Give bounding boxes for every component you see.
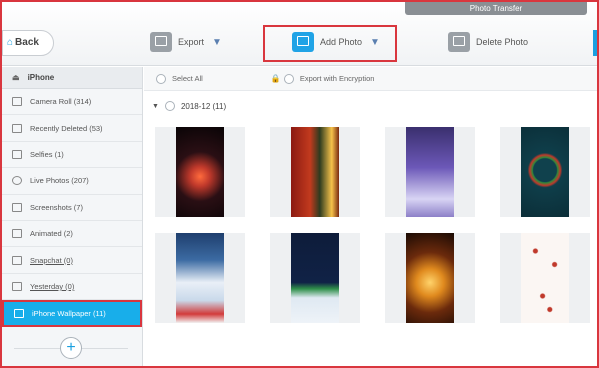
merry-christmas-wreath-image bbox=[521, 127, 569, 217]
toolbar-edge-button[interactable] bbox=[593, 30, 597, 56]
sidebar-item-iphone-wallpaper[interactable]: iPhone Wallpaper (11) bbox=[2, 300, 142, 327]
animated-icon bbox=[12, 229, 22, 239]
delete-photo-button[interactable]: Delete Photo bbox=[448, 30, 528, 54]
live-icon bbox=[12, 176, 22, 186]
snowman-village-image bbox=[176, 233, 224, 323]
eject-icon[interactable]: ⏏ bbox=[12, 73, 20, 82]
christmas-red-hearts-image bbox=[521, 233, 569, 323]
selection-bar: Select All 🔒 Export with Encryption bbox=[144, 67, 597, 91]
trash-icon bbox=[12, 123, 22, 133]
sidebar-item-label: iPhone Wallpaper (11) bbox=[32, 308, 106, 318]
window-title: Photo Transfer bbox=[405, 2, 587, 15]
photo-content: Select All 🔒 Export with Encryption ▼ 20… bbox=[144, 67, 597, 366]
sidebar-item-label: Yesterday (0) bbox=[30, 281, 75, 291]
add-photo-highlight bbox=[263, 25, 397, 62]
sidebar-item-label: Animated (2) bbox=[30, 229, 73, 239]
export-button[interactable]: Export ▼ bbox=[150, 30, 222, 54]
back-button[interactable]: ⌂ Back bbox=[2, 30, 54, 56]
album-icon bbox=[12, 281, 22, 291]
snowy-purple-trees-image bbox=[406, 127, 454, 217]
group-label: 2018-12 (11) bbox=[180, 101, 227, 111]
export-encryption-label[interactable]: Export with Encryption bbox=[300, 74, 375, 83]
sidebar-item-label: Screenshots (7) bbox=[30, 202, 83, 212]
sidebar-item-label: Camera Roll (314) bbox=[30, 97, 92, 107]
home-icon: ⌂ bbox=[7, 37, 14, 48]
sidebar-item-screenshots[interactable]: Screenshots (7) bbox=[2, 195, 142, 221]
photo-thumbnail[interactable] bbox=[500, 127, 590, 217]
person-icon bbox=[12, 149, 22, 159]
device-header[interactable]: ⏏ iPhone bbox=[2, 67, 142, 89]
delete-photo-icon bbox=[448, 32, 470, 52]
red-door-tree-image bbox=[291, 127, 339, 217]
sidebar-item-label: Live Photos (207) bbox=[30, 176, 89, 186]
sidebar-item-yesterday[interactable]: Yesterday (0) bbox=[2, 274, 142, 301]
photo-thumbnail[interactable] bbox=[385, 127, 475, 217]
album-icon bbox=[14, 308, 24, 318]
photo-thumbnail[interactable] bbox=[500, 233, 590, 323]
sidebar-item-label: Snapchat (0) bbox=[30, 255, 73, 265]
album-icon bbox=[12, 255, 22, 265]
sidebar: ⏏ iPhone Camera Roll (314) Recently Delet… bbox=[2, 67, 143, 366]
christmas-tree-bokeh-image bbox=[176, 127, 224, 217]
delete-photo-label: Delete Photo bbox=[476, 37, 529, 47]
date-group-header[interactable]: ▼ 2018-12 (11) bbox=[152, 101, 226, 111]
back-label: Back bbox=[15, 37, 39, 48]
sidebar-item-label: Selfies (1) bbox=[30, 149, 64, 159]
sidebar-item-camera-roll[interactable]: Camera Roll (314) bbox=[2, 89, 142, 116]
screenshot-icon bbox=[12, 202, 22, 212]
photo-thumbnail[interactable] bbox=[385, 233, 475, 323]
sidebar-item-live-photos[interactable]: Live Photos (207) bbox=[2, 168, 142, 195]
navy-trees-image bbox=[291, 233, 339, 323]
sidebar-item-recently-deleted[interactable]: Recently Deleted (53) bbox=[2, 115, 142, 142]
sidebar-item-label: Recently Deleted (53) bbox=[30, 123, 103, 133]
select-all-checkbox[interactable] bbox=[156, 73, 166, 84]
device-name: iPhone bbox=[27, 73, 55, 82]
photo-thumbnail[interactable] bbox=[270, 233, 360, 323]
add-album-button[interactable]: + bbox=[60, 337, 82, 359]
collapse-icon[interactable]: ▼ bbox=[152, 103, 159, 110]
select-all-label[interactable]: Select All bbox=[172, 74, 203, 83]
golden-tree-lights-image bbox=[406, 233, 454, 323]
export-label: Export bbox=[178, 37, 205, 47]
sidebar-item-snapchat[interactable]: Snapchat (0) bbox=[2, 247, 142, 274]
export-encryption-checkbox[interactable] bbox=[283, 73, 294, 84]
sidebar-item-animated[interactable]: Animated (2) bbox=[2, 221, 142, 248]
group-checkbox[interactable] bbox=[164, 101, 175, 111]
export-dropdown-icon[interactable]: ▼ bbox=[212, 37, 222, 48]
sidebar-item-selfies[interactable]: Selfies (1) bbox=[2, 142, 142, 169]
photo-thumbnail[interactable] bbox=[270, 127, 360, 217]
photo-thumbnail[interactable] bbox=[155, 127, 245, 217]
photo-thumbnail[interactable] bbox=[155, 233, 245, 323]
camera-icon bbox=[12, 97, 22, 107]
lock-icon: 🔒 bbox=[270, 74, 281, 83]
export-icon bbox=[150, 32, 172, 52]
